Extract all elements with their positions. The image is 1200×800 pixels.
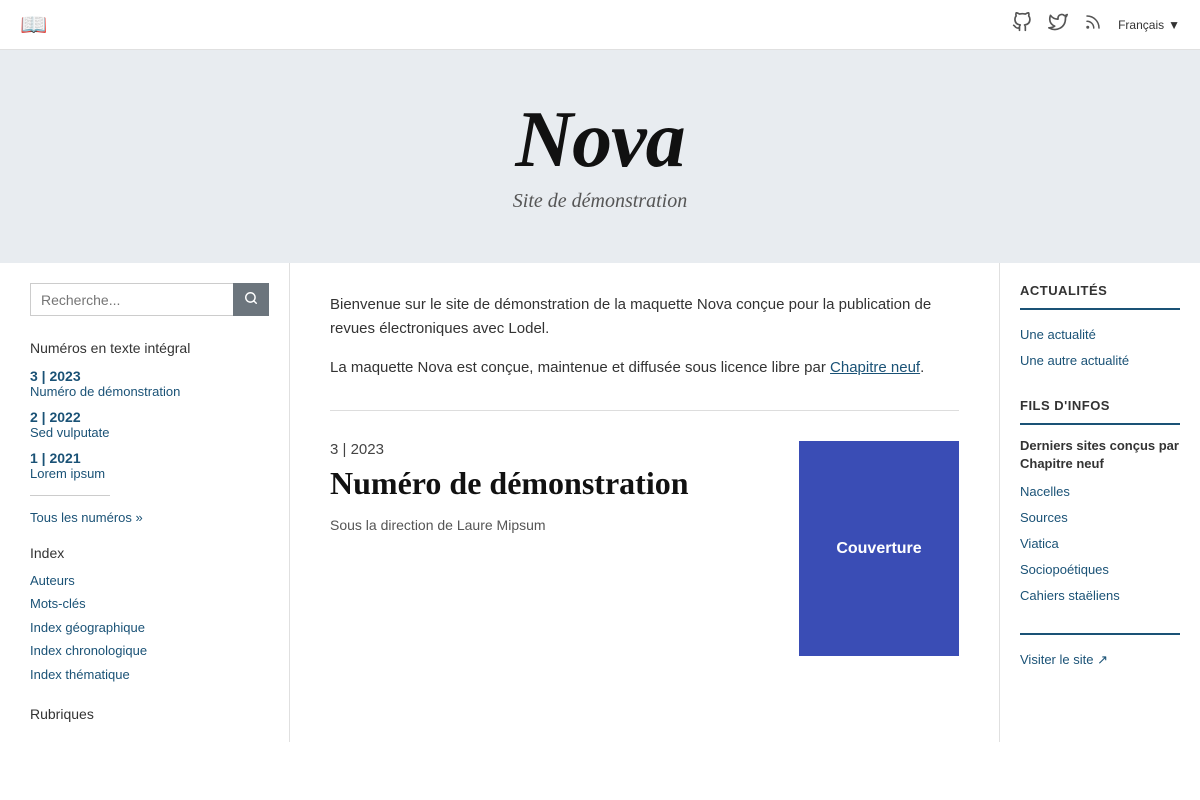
book-icon[interactable]: 📖 bbox=[20, 12, 47, 38]
issue-card-text: 3 | 2023 Numéro de démonstration Sous la… bbox=[330, 441, 769, 533]
language-arrow: ▼ bbox=[1168, 18, 1180, 32]
search-row bbox=[30, 283, 269, 316]
index-thematique-link[interactable]: Index thématique bbox=[30, 663, 269, 686]
content-divider bbox=[330, 410, 959, 411]
hero-section: Nova Site de démonstration bbox=[0, 50, 1200, 263]
rubriques-title: Rubriques bbox=[30, 706, 269, 722]
search-input[interactable] bbox=[30, 283, 233, 316]
right-sidebar: ACTUALITÉS Une actualité Une autre actua… bbox=[1000, 263, 1200, 742]
nav-logo-area: 📖 bbox=[20, 12, 47, 38]
rss-icon[interactable] bbox=[1084, 13, 1102, 36]
featured-issue-director: Sous la direction de Laure Mipsum bbox=[330, 517, 769, 533]
all-issues-link[interactable]: Tous les numéros » bbox=[30, 510, 269, 525]
language-label: Français bbox=[1118, 18, 1164, 32]
chapitre-neuf-link[interactable]: Chapitre neuf bbox=[830, 359, 920, 376]
featured-issue-title: Numéro de démonstration bbox=[330, 464, 769, 502]
issue-1-2021-subtitle[interactable]: Lorem ipsum bbox=[30, 466, 269, 481]
featured-issue-card: 3 | 2023 Numéro de démonstration Sous la… bbox=[330, 441, 959, 656]
site-subtitle: Site de démonstration bbox=[20, 190, 1180, 213]
index-title: Index bbox=[30, 545, 269, 561]
viatica-link[interactable]: Viatica bbox=[1020, 531, 1180, 557]
top-navigation: 📖 Français ▼ bbox=[0, 0, 1200, 50]
issue-1-2021-link[interactable]: 1 | 2021 bbox=[30, 450, 269, 466]
index-geographique-link[interactable]: Index géographique bbox=[30, 616, 269, 639]
sidebar-divider bbox=[30, 495, 110, 496]
search-button[interactable] bbox=[233, 283, 269, 316]
issue-3-2023-subtitle[interactable]: Numéro de démonstration bbox=[30, 384, 269, 399]
fils-infos-bold: Derniers sites conçus par Chapitre neuf bbox=[1020, 437, 1180, 473]
issue-cover-label: Couverture bbox=[836, 540, 921, 558]
auteurs-link[interactable]: Auteurs bbox=[30, 569, 269, 592]
site-title: Nova bbox=[20, 100, 1180, 180]
welcome-paragraph-2: La maquette Nova est conçue, maintenue e… bbox=[330, 356, 959, 380]
fils-infos-divider bbox=[1020, 423, 1180, 425]
left-sidebar: Numéros en texte intégral 3 | 2023 Numér… bbox=[0, 263, 290, 742]
issue-2-2022-link[interactable]: 2 | 2022 bbox=[30, 409, 269, 425]
fils-infos-section: FILS D'INFOS Derniers sites conçus par C… bbox=[1020, 398, 1180, 609]
mots-cles-link[interactable]: Mots-clés bbox=[30, 592, 269, 615]
issues-section-title: Numéros en texte intégral bbox=[30, 340, 269, 356]
issue-item: 1 | 2021 Lorem ipsum bbox=[30, 450, 269, 481]
fils-infos-title: FILS D'INFOS bbox=[1020, 398, 1180, 413]
main-layout: Numéros en texte intégral 3 | 2023 Numér… bbox=[0, 263, 1200, 742]
visiter-divider bbox=[1020, 633, 1180, 635]
une-autre-actualite-link[interactable]: Une autre actualité bbox=[1020, 348, 1180, 374]
welcome-text-after: . bbox=[920, 359, 924, 376]
issue-3-2023-link[interactable]: 3 | 2023 bbox=[30, 368, 269, 384]
cahiers-staeliens-link[interactable]: Cahiers staëliens bbox=[1020, 583, 1180, 609]
twitter-icon[interactable] bbox=[1048, 12, 1068, 37]
nav-right-area: Français ▼ bbox=[1012, 12, 1180, 37]
issue-2-2022-subtitle[interactable]: Sed vulputate bbox=[30, 425, 269, 440]
actualites-title: ACTUALITÉS bbox=[1020, 283, 1180, 298]
language-selector[interactable]: Français ▼ bbox=[1118, 18, 1180, 32]
actualites-section: ACTUALITÉS Une actualité Une autre actua… bbox=[1020, 283, 1180, 374]
sociopoetiques-link[interactable]: Sociopoétiques bbox=[1020, 557, 1180, 583]
welcome-paragraph-1: Bienvenue sur le site de démonstration d… bbox=[330, 293, 959, 341]
featured-issue-number: 3 | 2023 bbox=[330, 441, 769, 458]
nacelles-link[interactable]: Nacelles bbox=[1020, 479, 1180, 505]
sources-link[interactable]: Sources bbox=[1020, 505, 1180, 531]
issue-item: 3 | 2023 Numéro de démonstration bbox=[30, 368, 269, 399]
issue-cover-image[interactable]: Couverture bbox=[799, 441, 959, 656]
actualites-divider bbox=[1020, 308, 1180, 310]
main-content: Bienvenue sur le site de démonstration d… bbox=[290, 263, 1000, 742]
welcome-text-before: La maquette Nova est conçue, maintenue e… bbox=[330, 359, 830, 376]
une-actualite-link[interactable]: Une actualité bbox=[1020, 322, 1180, 348]
github-icon[interactable] bbox=[1012, 12, 1032, 37]
visiter-site-link[interactable]: Visiter le site ↗ bbox=[1020, 647, 1180, 673]
issue-item: 2 | 2022 Sed vulputate bbox=[30, 409, 269, 440]
index-chronologique-link[interactable]: Index chronologique bbox=[30, 639, 269, 662]
